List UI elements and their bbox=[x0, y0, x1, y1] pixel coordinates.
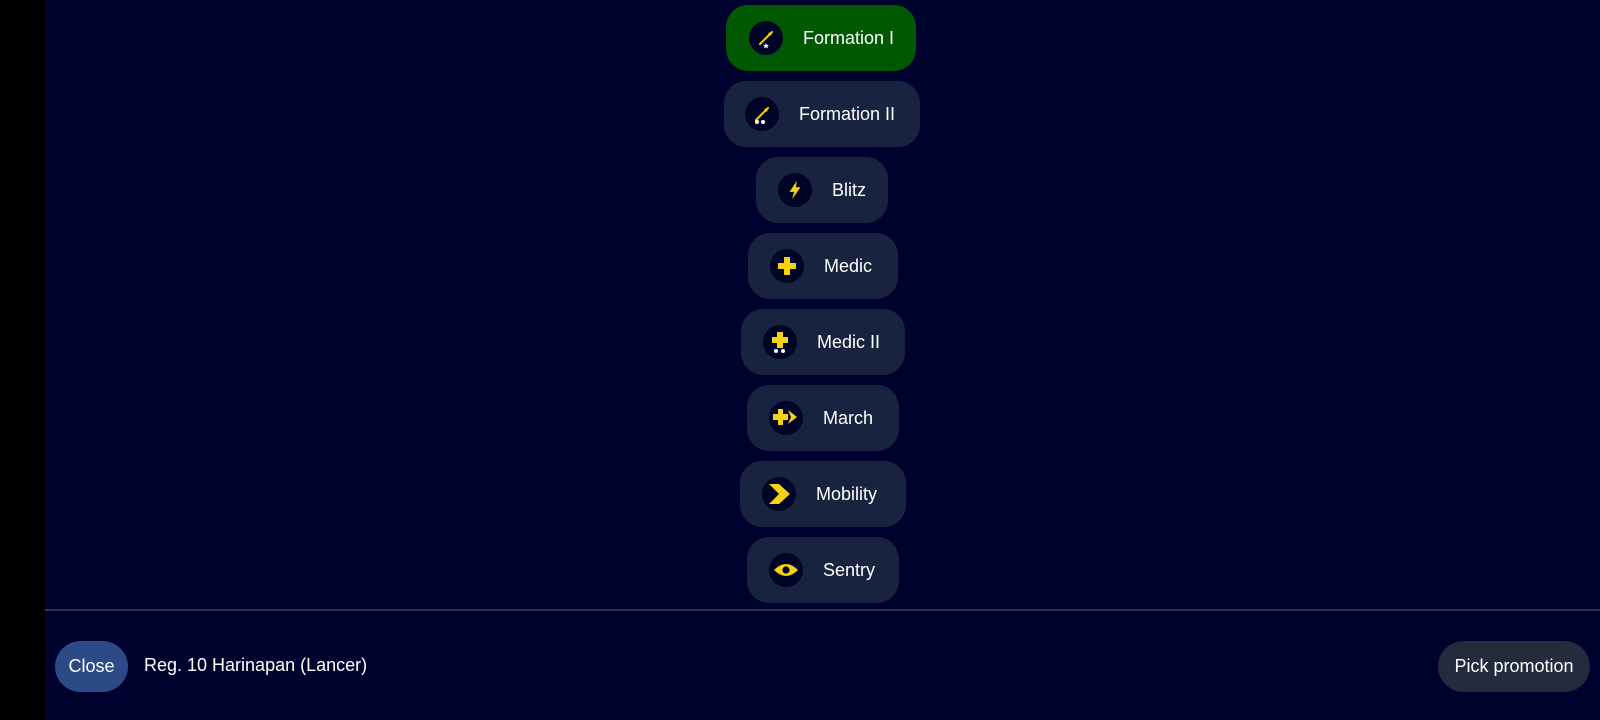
promotion-mobility[interactable]: Mobility bbox=[740, 461, 906, 527]
close-button[interactable]: Close bbox=[55, 641, 128, 692]
chevron-icon bbox=[762, 477, 796, 511]
pick-promotion-button[interactable]: Pick promotion bbox=[1438, 641, 1590, 692]
medic-cross-icon bbox=[770, 249, 804, 283]
unit-name: Reg. 10 Harinapan (Lancer) bbox=[144, 655, 368, 675]
promotion-label: Mobility bbox=[816, 483, 878, 504]
promotion-formation-i[interactable]: Formation I bbox=[726, 5, 916, 71]
promotion-list: Formation I Formation II Blitz Medic Med… bbox=[45, 0, 1600, 610]
spear-one-star-icon bbox=[749, 21, 783, 55]
promotion-label: Medic bbox=[824, 255, 873, 276]
promotion-march[interactable]: March bbox=[747, 385, 899, 451]
footer-bar: Close Reg. 10 Harinapan (Lancer) Pick pr… bbox=[45, 611, 1600, 720]
promotion-label: Formation II bbox=[799, 103, 896, 124]
promotion-label: March bbox=[823, 407, 874, 428]
promotion-label: Blitz bbox=[832, 179, 867, 200]
promotion-label: Formation I bbox=[803, 27, 895, 48]
promotion-label: Sentry bbox=[823, 559, 876, 580]
promotion-medic[interactable]: Medic bbox=[748, 233, 898, 299]
spear-two-star-icon bbox=[745, 97, 779, 131]
promotion-label: Medic II bbox=[817, 331, 881, 352]
medic-cross-two-star-icon bbox=[763, 325, 797, 359]
game-screen: Formation I Formation II Blitz Medic Med… bbox=[0, 0, 1600, 720]
promotion-formation-ii[interactable]: Formation II bbox=[724, 81, 920, 147]
eye-icon bbox=[769, 553, 803, 587]
promotion-blitz[interactable]: Blitz bbox=[756, 157, 888, 223]
promotion-screen: Formation I Formation II Blitz Medic Med… bbox=[45, 0, 1600, 720]
march-arrow-icon bbox=[769, 401, 803, 435]
left-black-bar bbox=[0, 0, 45, 720]
lightning-icon bbox=[778, 173, 812, 207]
promotion-medic-ii[interactable]: Medic II bbox=[741, 309, 905, 375]
promotion-sentry[interactable]: Sentry bbox=[747, 537, 899, 603]
